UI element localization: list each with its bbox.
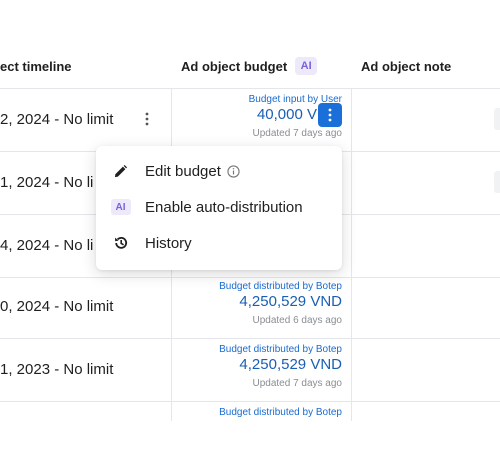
ad-object-table: ect timeline Ad object budget AI Ad obje… xyxy=(0,0,500,421)
menu-item-history[interactable]: History xyxy=(96,225,342,261)
menu-item-enable-auto-distribution[interactable]: AI Enable auto-distribution xyxy=(96,189,342,225)
row-more-button[interactable] xyxy=(135,106,159,132)
budget-actions-button[interactable] xyxy=(318,103,342,127)
table-row: Budget distributed by Botep xyxy=(0,401,500,464)
budget-source: Budget distributed by Botep xyxy=(219,344,342,355)
menu-item-label: Edit budget xyxy=(145,162,221,180)
budget-value: 40,000 V xyxy=(256,106,317,123)
menu-item-label: Enable auto-distribution xyxy=(145,198,303,216)
budget-value: 4,250,529 VND xyxy=(239,356,342,373)
budget-cell: Budget distributed by Botep 4,250,529 VN… xyxy=(172,338,342,401)
timeline-cell: 4, 2024 - No li xyxy=(0,237,94,254)
timeline-cell: 0, 2024 - No limit xyxy=(0,298,114,315)
budget-actions-menu: Edit budget AI Enable auto-distribution … xyxy=(96,146,342,270)
column-header-note[interactable]: Ad object note xyxy=(361,44,451,88)
budget-cell: Budget distributed by Botep xyxy=(172,401,342,464)
ai-badge: AI xyxy=(295,57,318,75)
table-row: 1, 2023 - No limit Budget distributed by… xyxy=(0,338,500,402)
row-overflow-edge xyxy=(494,108,500,130)
budget-source: Budget distributed by Botep xyxy=(219,407,342,418)
table-header: ect timeline Ad object budget AI Ad obje… xyxy=(0,44,500,89)
history-icon xyxy=(96,235,145,251)
budget-updated: Updated 6 days ago xyxy=(252,315,342,326)
timeline-cell: 2, 2024 - No limit xyxy=(0,111,114,128)
table-row: 2, 2024 - No limit Budget input by User … xyxy=(0,88,500,152)
menu-item-edit-budget[interactable]: Edit budget xyxy=(96,153,342,189)
column-header-note-label: Ad object note xyxy=(361,58,452,74)
timeline-cell: 1, 2024 - No li xyxy=(0,174,94,191)
column-header-timeline[interactable]: ect timeline xyxy=(0,44,72,88)
budget-cell: Budget distributed by Botep 4,250,529 VN… xyxy=(172,275,342,338)
more-vertical-icon xyxy=(145,112,149,126)
pencil-icon xyxy=(96,164,145,179)
column-header-timeline-label: ect timeline xyxy=(0,58,72,74)
budget-updated: Updated 7 days ago xyxy=(252,378,342,389)
info-icon[interactable] xyxy=(227,164,240,178)
timeline-cell: 1, 2023 - No limit xyxy=(0,361,114,378)
budget-updated: Updated 7 days ago xyxy=(252,128,342,139)
budget-value: 4,250,529 VND xyxy=(239,293,342,310)
row-overflow-edge xyxy=(494,171,500,193)
column-header-budget[interactable]: Ad object budget AI xyxy=(181,44,318,88)
column-header-budget-label: Ad object budget xyxy=(181,58,288,74)
budget-cell: Budget input by User 40,000 V Updated 7 … xyxy=(172,88,342,151)
ai-badge-icon: AI xyxy=(110,199,131,215)
menu-item-label: History xyxy=(145,234,192,252)
more-vertical-icon xyxy=(328,108,332,122)
budget-source: Budget distributed by Botep xyxy=(219,281,342,292)
table-row: 0, 2024 - No limit Budget distributed by… xyxy=(0,275,500,339)
